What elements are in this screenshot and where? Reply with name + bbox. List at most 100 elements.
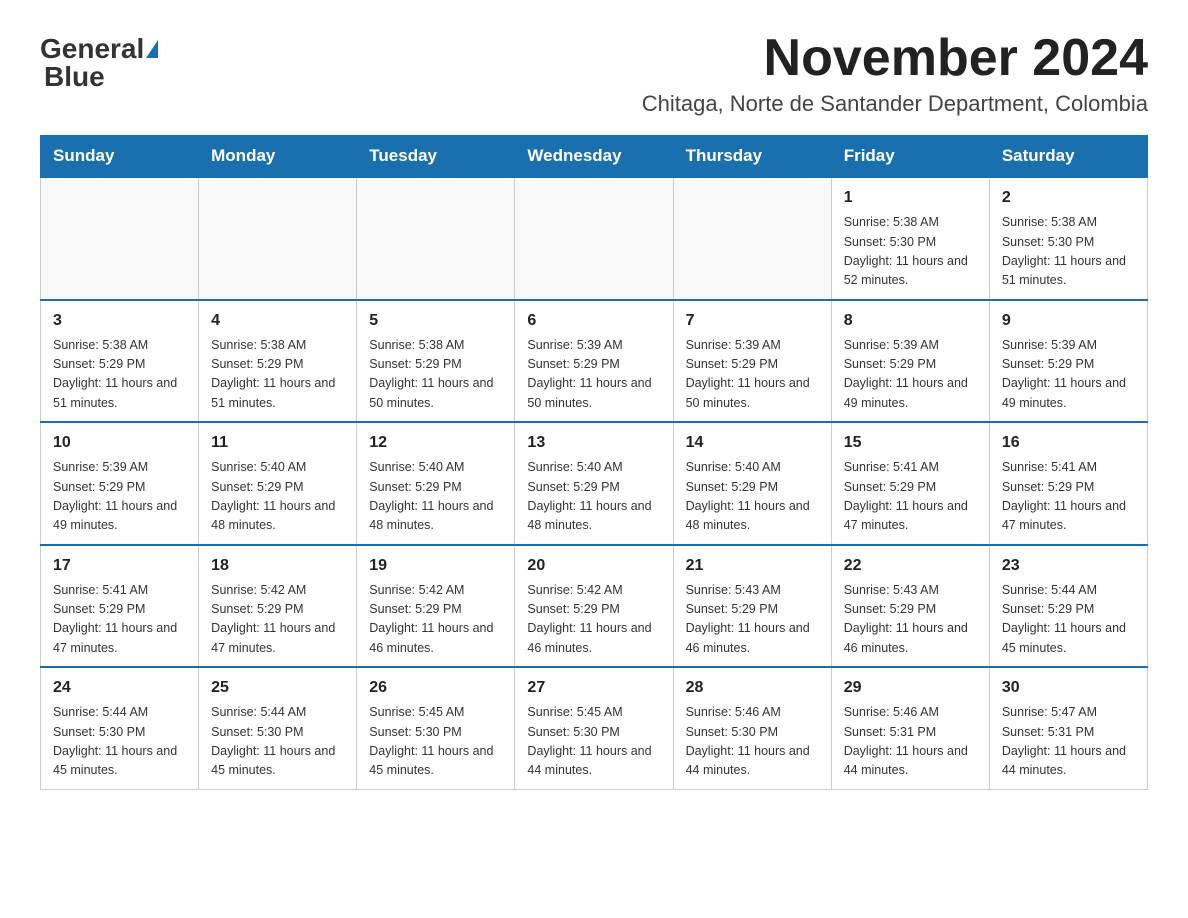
col-thursday: Thursday	[673, 136, 831, 178]
day-number: 21	[686, 554, 819, 578]
day-number: 9	[1002, 309, 1135, 333]
table-row: 24 Sunrise: 5:44 AM Sunset: 5:30 PM Dayli…	[41, 667, 199, 789]
table-row: 3 Sunrise: 5:38 AM Sunset: 5:29 PM Daylig…	[41, 300, 199, 423]
logo-text-blue: Blue	[44, 61, 105, 92]
day-number: 25	[211, 676, 344, 700]
day-number: 26	[369, 676, 502, 700]
col-saturday: Saturday	[989, 136, 1147, 178]
table-row: 4 Sunrise: 5:38 AM Sunset: 5:29 PM Daylig…	[199, 300, 357, 423]
day-info: Sunrise: 5:40 AM Sunset: 5:29 PM Dayligh…	[211, 458, 344, 536]
logo-triangle-icon	[146, 40, 158, 58]
table-row: 17 Sunrise: 5:41 AM Sunset: 5:29 PM Dayli…	[41, 545, 199, 668]
table-row: 28Sunrise: 5:46 AM Sunset: 5:30 PM Dayli…	[673, 667, 831, 789]
day-info: Sunrise: 5:39 AM Sunset: 5:29 PM Dayligh…	[1002, 336, 1135, 414]
table-row: 9 Sunrise: 5:39 AM Sunset: 5:29 PM Daylig…	[989, 300, 1147, 423]
table-row: 27 Sunrise: 5:45 AM Sunset: 5:30 PM Dayli…	[515, 667, 673, 789]
day-info: Sunrise: 5:44 AM Sunset: 5:30 PM Dayligh…	[53, 703, 186, 781]
day-info: Sunrise: 5:40 AM Sunset: 5:29 PM Dayligh…	[686, 458, 819, 536]
day-number: 27	[527, 676, 660, 700]
day-info: Sunrise: 5:43 AM Sunset: 5:29 PM Dayligh…	[686, 581, 819, 659]
day-info: Sunrise: 5:39 AM Sunset: 5:29 PM Dayligh…	[527, 336, 660, 414]
logo: General Blue	[40, 30, 158, 91]
table-row: 14Sunrise: 5:40 AM Sunset: 5:29 PM Dayli…	[673, 422, 831, 545]
day-number: 22	[844, 554, 977, 578]
day-info: Sunrise: 5:42 AM Sunset: 5:29 PM Dayligh…	[527, 581, 660, 659]
table-row: 18 Sunrise: 5:42 AM Sunset: 5:29 PM Dayli…	[199, 545, 357, 668]
title-area: November 2024 Chitaga, Norte de Santande…	[642, 30, 1148, 117]
col-friday: Friday	[831, 136, 989, 178]
col-sunday: Sunday	[41, 136, 199, 178]
day-info: Sunrise: 5:40 AM Sunset: 5:29 PM Dayligh…	[527, 458, 660, 536]
table-row: 2 Sunrise: 5:38 AM Sunset: 5:30 PM Daylig…	[989, 177, 1147, 300]
day-info: Sunrise: 5:39 AM Sunset: 5:29 PM Dayligh…	[686, 336, 819, 414]
table-row: 25 Sunrise: 5:44 AM Sunset: 5:30 PM Dayli…	[199, 667, 357, 789]
day-number: 2	[1002, 186, 1135, 210]
day-info: Sunrise: 5:38 AM Sunset: 5:30 PM Dayligh…	[844, 213, 977, 291]
day-info: Sunrise: 5:44 AM Sunset: 5:29 PM Dayligh…	[1002, 581, 1135, 659]
table-row	[515, 177, 673, 300]
day-info: Sunrise: 5:38 AM Sunset: 5:30 PM Dayligh…	[1002, 213, 1135, 291]
day-info: Sunrise: 5:46 AM Sunset: 5:30 PM Dayligh…	[686, 703, 819, 781]
day-number: 24	[53, 676, 186, 700]
day-number: 5	[369, 309, 502, 333]
table-row: 15Sunrise: 5:41 AM Sunset: 5:29 PM Dayli…	[831, 422, 989, 545]
table-row: 30Sunrise: 5:47 AM Sunset: 5:31 PM Dayli…	[989, 667, 1147, 789]
table-row	[357, 177, 515, 300]
day-number: 23	[1002, 554, 1135, 578]
day-info: Sunrise: 5:40 AM Sunset: 5:29 PM Dayligh…	[369, 458, 502, 536]
day-number: 15	[844, 431, 977, 455]
table-row: 12 Sunrise: 5:40 AM Sunset: 5:29 PM Dayli…	[357, 422, 515, 545]
day-info: Sunrise: 5:42 AM Sunset: 5:29 PM Dayligh…	[369, 581, 502, 659]
table-row: 16 Sunrise: 5:41 AM Sunset: 5:29 PM Dayli…	[989, 422, 1147, 545]
day-number: 1	[844, 186, 977, 210]
table-row: 1 Sunrise: 5:38 AM Sunset: 5:30 PM Daylig…	[831, 177, 989, 300]
day-info: Sunrise: 5:45 AM Sunset: 5:30 PM Dayligh…	[527, 703, 660, 781]
day-info: Sunrise: 5:38 AM Sunset: 5:29 PM Dayligh…	[211, 336, 344, 414]
day-info: Sunrise: 5:41 AM Sunset: 5:29 PM Dayligh…	[1002, 458, 1135, 536]
table-row: 7 Sunrise: 5:39 AM Sunset: 5:29 PM Daylig…	[673, 300, 831, 423]
day-info: Sunrise: 5:39 AM Sunset: 5:29 PM Dayligh…	[844, 336, 977, 414]
day-number: 12	[369, 431, 502, 455]
table-row: 8 Sunrise: 5:39 AM Sunset: 5:29 PM Daylig…	[831, 300, 989, 423]
day-number: 8	[844, 309, 977, 333]
day-info: Sunrise: 5:44 AM Sunset: 5:30 PM Dayligh…	[211, 703, 344, 781]
day-info: Sunrise: 5:38 AM Sunset: 5:29 PM Dayligh…	[53, 336, 186, 414]
day-number: 3	[53, 309, 186, 333]
table-row: 10 Sunrise: 5:39 AM Sunset: 5:29 PM Dayli…	[41, 422, 199, 545]
day-info: Sunrise: 5:41 AM Sunset: 5:29 PM Dayligh…	[53, 581, 186, 659]
day-info: Sunrise: 5:42 AM Sunset: 5:29 PM Dayligh…	[211, 581, 344, 659]
calendar-week-row: 1 Sunrise: 5:38 AM Sunset: 5:30 PM Daylig…	[41, 177, 1148, 300]
table-row: 23 Sunrise: 5:44 AM Sunset: 5:29 PM Dayli…	[989, 545, 1147, 668]
day-number: 7	[686, 309, 819, 333]
day-number: 18	[211, 554, 344, 578]
col-wednesday: Wednesday	[515, 136, 673, 178]
day-info: Sunrise: 5:43 AM Sunset: 5:29 PM Dayligh…	[844, 581, 977, 659]
table-row	[41, 177, 199, 300]
day-number: 19	[369, 554, 502, 578]
table-row: 19 Sunrise: 5:42 AM Sunset: 5:29 PM Dayli…	[357, 545, 515, 668]
col-tuesday: Tuesday	[357, 136, 515, 178]
day-number: 30	[1002, 676, 1135, 700]
table-row: 26 Sunrise: 5:45 AM Sunset: 5:30 PM Dayli…	[357, 667, 515, 789]
calendar-header-row: Sunday Monday Tuesday Wednesday Thursday…	[41, 136, 1148, 178]
table-row: 13Sunrise: 5:40 AM Sunset: 5:29 PM Dayli…	[515, 422, 673, 545]
day-info: Sunrise: 5:45 AM Sunset: 5:30 PM Dayligh…	[369, 703, 502, 781]
logo-text-general: General	[40, 35, 144, 63]
day-number: 20	[527, 554, 660, 578]
day-info: Sunrise: 5:38 AM Sunset: 5:29 PM Dayligh…	[369, 336, 502, 414]
day-number: 10	[53, 431, 186, 455]
calendar-week-row: 17 Sunrise: 5:41 AM Sunset: 5:29 PM Dayli…	[41, 545, 1148, 668]
day-info: Sunrise: 5:39 AM Sunset: 5:29 PM Dayligh…	[53, 458, 186, 536]
location-subtitle: Chitaga, Norte de Santander Department, …	[642, 91, 1148, 117]
calendar-week-row: 10 Sunrise: 5:39 AM Sunset: 5:29 PM Dayli…	[41, 422, 1148, 545]
table-row: 5 Sunrise: 5:38 AM Sunset: 5:29 PM Daylig…	[357, 300, 515, 423]
day-info: Sunrise: 5:46 AM Sunset: 5:31 PM Dayligh…	[844, 703, 977, 781]
calendar-week-row: 24 Sunrise: 5:44 AM Sunset: 5:30 PM Dayli…	[41, 667, 1148, 789]
day-number: 4	[211, 309, 344, 333]
day-number: 16	[1002, 431, 1135, 455]
day-number: 17	[53, 554, 186, 578]
calendar-week-row: 3 Sunrise: 5:38 AM Sunset: 5:29 PM Daylig…	[41, 300, 1148, 423]
calendar-table: Sunday Monday Tuesday Wednesday Thursday…	[40, 135, 1148, 790]
day-number: 29	[844, 676, 977, 700]
col-monday: Monday	[199, 136, 357, 178]
